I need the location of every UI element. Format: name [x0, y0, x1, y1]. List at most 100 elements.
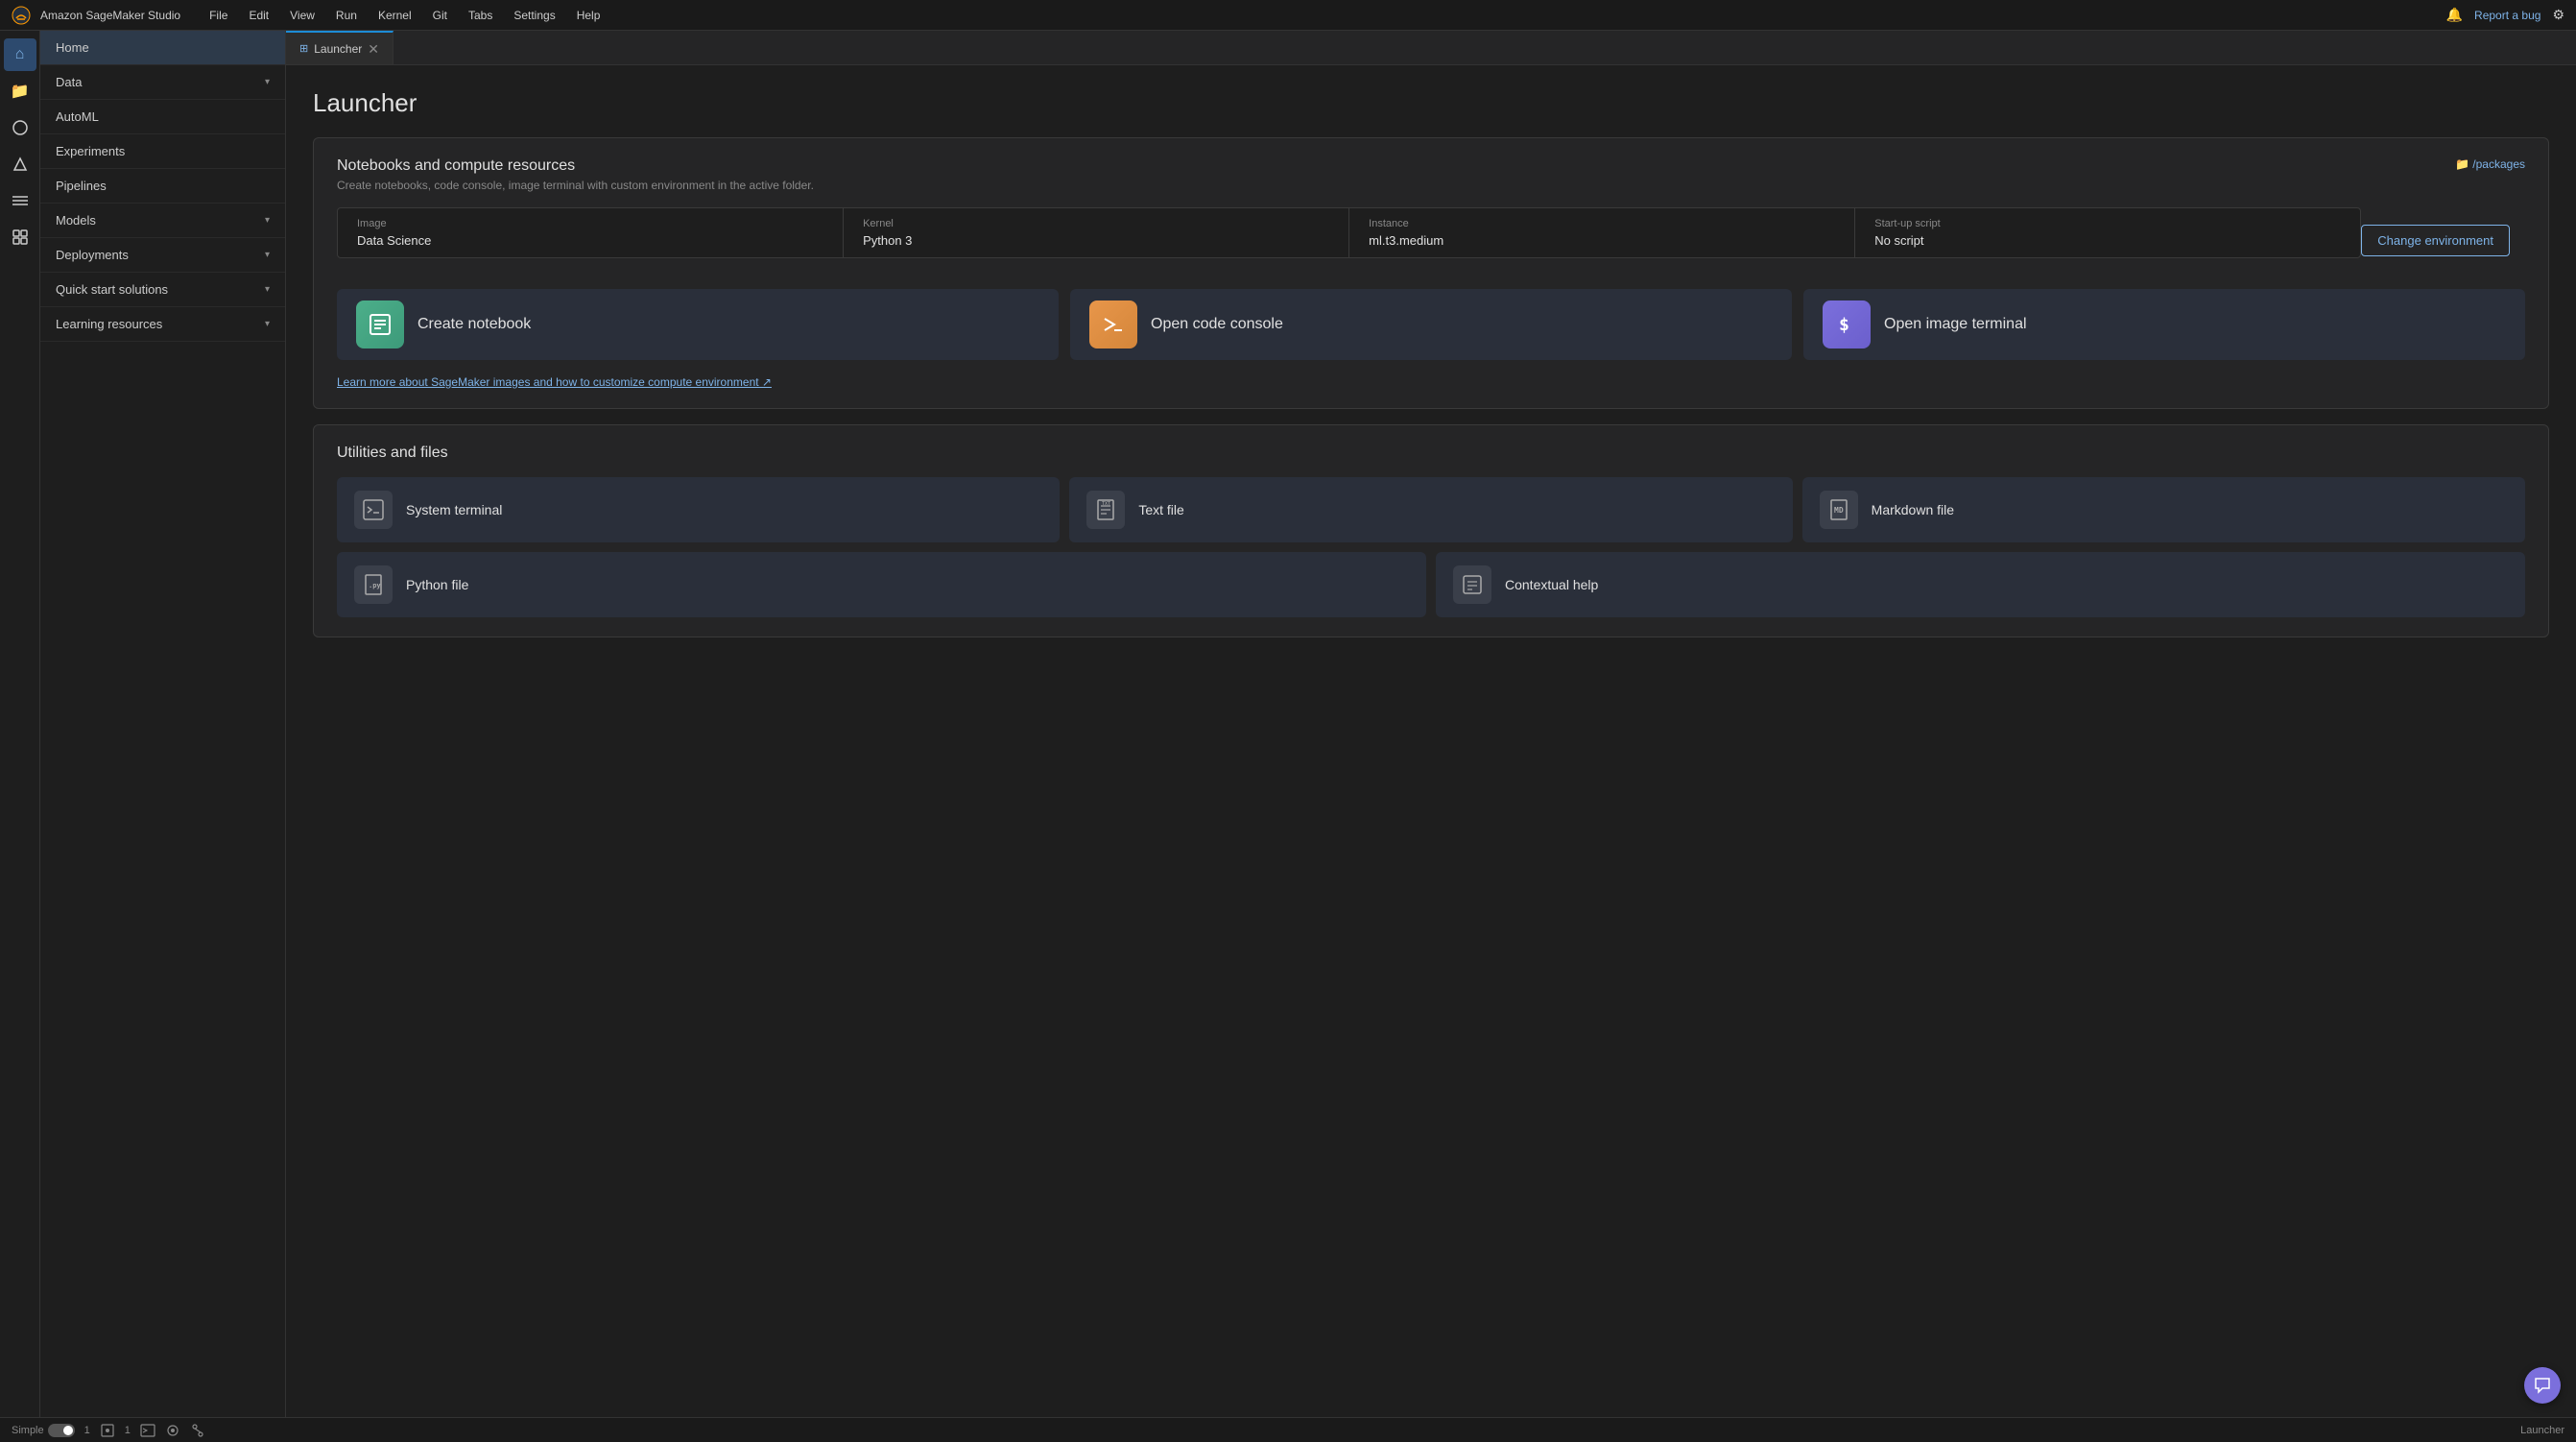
svg-text:$: $ — [1839, 315, 1849, 335]
text-file-label: Text file — [1138, 502, 1183, 517]
tab-label: Launcher — [314, 42, 362, 56]
markdown-file-label: Markdown file — [1872, 502, 1954, 517]
report-bug-link[interactable]: Report a bug — [2474, 9, 2540, 22]
toggle-switch-control[interactable] — [48, 1424, 75, 1437]
icon-sidebar: ⌂ 📁 — [0, 31, 40, 1417]
markdown-file-button[interactable]: MD Markdown file — [1802, 477, 2525, 542]
menu-help[interactable]: Help — [567, 5, 610, 26]
utilities-bottom-row: .py Python file — [337, 552, 2525, 617]
chevron-down-icon: ▾ — [265, 77, 270, 87]
system-terminal-button[interactable]: System terminal — [337, 477, 1060, 542]
chat-button[interactable] — [2524, 1367, 2561, 1404]
sidebar-icon-experiments[interactable] — [4, 148, 36, 180]
env-cell-startup: Start-up script No script — [1855, 208, 2360, 257]
app-title: Amazon SageMaker Studio — [40, 9, 180, 22]
open-code-console-button[interactable]: Open code console — [1070, 289, 1792, 360]
menu-kernel[interactable]: Kernel — [369, 5, 421, 26]
notebooks-card-subtitle: Create notebooks, code console, image te… — [337, 179, 814, 192]
sidebar-section-learning: Learning resources ▾ — [40, 307, 285, 342]
terminal-status-icon — [140, 1423, 155, 1438]
svg-text:MD: MD — [1834, 506, 1844, 515]
tab-bar: ⊞ Launcher ✕ — [286, 31, 2576, 65]
card-header: Notebooks and compute resources Create n… — [337, 157, 2525, 192]
change-environment-button[interactable]: Change environment — [2361, 225, 2510, 256]
learn-more-link[interactable]: Learn more about SageMaker images and ho… — [337, 375, 2525, 389]
text-file-button[interactable]: TXT Text file — [1069, 477, 1792, 542]
env-row-container: Image Data Science Kernel Python 3 Insta… — [337, 207, 2525, 274]
menu-run[interactable]: Run — [326, 5, 367, 26]
menu-settings[interactable]: Settings — [504, 5, 564, 26]
system-terminal-icon — [354, 491, 393, 529]
menu-bar: Amazon SageMaker Studio File Edit View R… — [0, 0, 2576, 31]
kernel-count: 1 — [84, 1425, 90, 1436]
menu-right: 🔔 Report a bug ⚙ — [2446, 7, 2564, 23]
sidebar-section-quickstart: Quick start solutions ▾ — [40, 273, 285, 307]
utilities-card: Utilities and files System terminal — [313, 424, 2549, 637]
status-right: Launcher — [2520, 1425, 2564, 1436]
utilities-top-row: System terminal TXT Text f — [337, 477, 2525, 542]
sidebar-item-models[interactable]: Models ▾ — [40, 204, 285, 237]
tab-close-button[interactable]: ✕ — [368, 42, 379, 56]
simple-toggle[interactable]: Simple — [12, 1424, 75, 1437]
sidebar-icon-puzzle[interactable] — [4, 221, 36, 253]
status-bar: Simple 1 1 Launcher — [0, 1417, 2576, 1442]
bell-icon[interactable]: 🔔 — [2446, 7, 2463, 23]
app-logo — [12, 6, 31, 25]
menu-edit[interactable]: Edit — [239, 5, 278, 26]
sidebar-item-deployments[interactable]: Deployments ▾ — [40, 238, 285, 272]
contextual-help-button[interactable]: Contextual help — [1436, 552, 2525, 617]
sidebar-item-automl[interactable]: AutoML — [40, 100, 285, 133]
main-layout: ⌂ 📁 Home Data ▾ AutoML — [0, 31, 2576, 1417]
utilities-title: Utilities and files — [337, 445, 2525, 462]
sidebar-icon-files[interactable]: 📁 — [4, 75, 36, 108]
console-icon — [1089, 300, 1137, 348]
left-sidebar: Home Data ▾ AutoML Experiments Pipelines — [40, 31, 286, 1417]
sidebar-icon-home[interactable]: ⌂ — [4, 38, 36, 71]
chevron-down-icon-learning: ▾ — [265, 319, 270, 329]
create-notebook-label: Create notebook — [417, 316, 531, 333]
python-file-button[interactable]: .py Python file — [337, 552, 1426, 617]
page-title: Launcher — [313, 88, 2549, 118]
chevron-down-icon-quickstart: ▾ — [265, 284, 270, 295]
tab-launcher[interactable]: ⊞ Launcher ✕ — [286, 31, 394, 64]
menu-git[interactable]: Git — [423, 5, 457, 26]
open-code-console-label: Open code console — [1151, 316, 1283, 333]
menu-tabs[interactable]: Tabs — [459, 5, 502, 26]
env-cell-image: Image Data Science — [338, 208, 844, 257]
content-area: Launcher Notebooks and compute resources… — [286, 65, 2576, 1417]
open-image-terminal-label: Open image terminal — [1884, 316, 2027, 333]
sidebar-item-data[interactable]: Data ▾ — [40, 65, 285, 99]
launcher-tab-icon: ⊞ — [299, 42, 308, 55]
sidebar-item-learning[interactable]: Learning resources ▾ — [40, 307, 285, 341]
markdown-file-icon: MD — [1820, 491, 1858, 529]
terminal-count: 1 — [125, 1425, 131, 1436]
sidebar-item-quickstart[interactable]: Quick start solutions ▾ — [40, 273, 285, 306]
notebook-icon — [356, 300, 404, 348]
launcher-status-label: Launcher — [2520, 1425, 2564, 1436]
sidebar-section-models: Models ▾ — [40, 204, 285, 238]
sidebar-item-experiments[interactable]: Experiments — [40, 134, 285, 168]
status-left: Simple 1 1 — [12, 1423, 205, 1438]
open-image-terminal-button[interactable]: $ Open image terminal — [1803, 289, 2525, 360]
kernel-icon — [100, 1423, 115, 1438]
sidebar-section-automl: AutoML — [40, 100, 285, 134]
menu-items: File Edit View Run Kernel Git Tabs Setti… — [200, 5, 2446, 26]
git-status-icon[interactable] — [190, 1423, 205, 1438]
sidebar-section-data: Data ▾ — [40, 65, 285, 100]
sidebar-item-pipelines[interactable]: Pipelines — [40, 169, 285, 203]
python-file-icon: .py — [354, 565, 393, 604]
create-notebook-button[interactable]: Create notebook — [337, 289, 1059, 360]
svg-text:.py: .py — [369, 582, 381, 589]
sidebar-item-home[interactable]: Home — [40, 31, 285, 64]
sidebar-icon-circle[interactable] — [4, 111, 36, 144]
env-row: Image Data Science Kernel Python 3 Insta… — [337, 207, 2361, 258]
sidebar-icon-list[interactable] — [4, 184, 36, 217]
config-icon[interactable] — [165, 1423, 180, 1438]
menu-file[interactable]: File — [200, 5, 237, 26]
settings-icon[interactable]: ⚙ — [2552, 7, 2564, 23]
system-terminal-label: System terminal — [406, 502, 502, 517]
chevron-down-icon-deployments: ▾ — [265, 250, 270, 260]
menu-view[interactable]: View — [280, 5, 324, 26]
sidebar-section-experiments: Experiments — [40, 134, 285, 169]
folder-link[interactable]: 📁 /packages — [2455, 157, 2525, 171]
